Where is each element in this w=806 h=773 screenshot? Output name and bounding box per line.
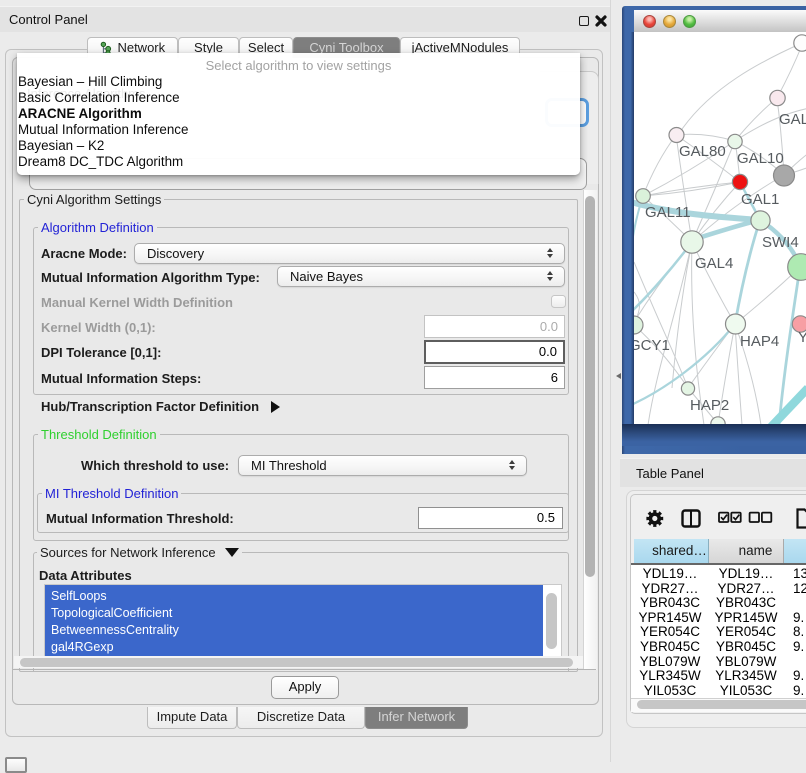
svg-text:GAL11: GAL11 [645, 204, 691, 221]
svg-text:GAL4: GAL4 [695, 255, 733, 272]
svg-text:GAL1: GAL1 [741, 191, 779, 208]
svg-text:GCY1: GCY1 [634, 337, 670, 354]
svg-text:HAP2: HAP2 [690, 397, 729, 414]
svg-text:SWI4: SWI4 [762, 234, 799, 251]
svg-text:Y: Y [798, 329, 806, 346]
svg-text:GAL2: GAL2 [779, 111, 806, 128]
svg-text:GAL80: GAL80 [679, 143, 726, 160]
svg-text:HAP4: HAP4 [740, 333, 779, 350]
svg-text:GAL10: GAL10 [737, 150, 784, 167]
